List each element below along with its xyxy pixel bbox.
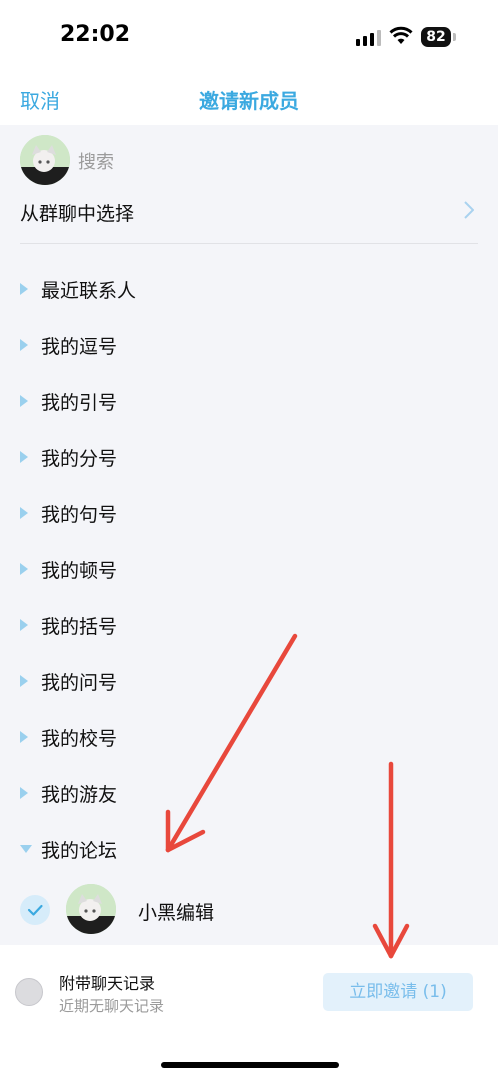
expand-triangle-icon (20, 731, 28, 743)
chevron-right-icon (464, 201, 474, 219)
group-pause[interactable]: 我的顿号 (20, 555, 478, 587)
expand-triangle-icon (20, 563, 28, 575)
group-forum[interactable]: 我的论坛 (20, 835, 478, 867)
nav-bar: 取消 邀请新成员 (0, 75, 498, 125)
expand-triangle-icon (20, 395, 28, 407)
avatar (66, 884, 116, 934)
group-question[interactable]: 我的问号 (20, 667, 478, 699)
avatar (20, 135, 70, 185)
expand-triangle-icon (20, 451, 28, 463)
group-recent-contacts[interactable]: 最近联系人 (20, 275, 478, 307)
group-semicolon[interactable]: 我的分号 (20, 443, 478, 475)
group-comma[interactable]: 我的逗号 (20, 331, 478, 363)
attach-history-label: 附带聊天记录 (59, 974, 156, 993)
group-label: 我的括号 (41, 616, 118, 638)
page-title: 邀请新成员 (199, 89, 299, 113)
search-input[interactable]: 搜索 (78, 148, 114, 174)
member-row[interactable]: 小黑编辑 (20, 880, 478, 942)
group-school[interactable]: 我的校号 (20, 723, 478, 755)
contact-list: 搜索 从群聊中选择 最近联系人 我的逗号 我的引号 我的分号 我的句号 我的顿号… (0, 125, 498, 945)
cellular-signal-icon (356, 30, 381, 46)
expand-triangle-icon (20, 619, 28, 631)
group-label: 我的顿号 (41, 560, 118, 582)
invite-now-button[interactable]: 立即邀请 (1) (323, 973, 473, 1011)
divider (20, 243, 478, 244)
group-label: 我的校号 (41, 728, 118, 750)
battery-nub (453, 33, 456, 41)
status-time: 22:02 (60, 22, 131, 47)
group-label: 我的游友 (41, 784, 118, 806)
history-status-text: 近期无聊天记录 (59, 997, 165, 1015)
group-label: 我的分号 (41, 448, 118, 470)
checkmark-icon (27, 904, 43, 916)
battery-icon: 82 (421, 27, 451, 47)
member-name: 小黑编辑 (138, 902, 215, 924)
avatar-image-icon (20, 135, 70, 185)
expand-triangle-icon (20, 507, 28, 519)
group-label: 我的逗号 (41, 336, 118, 358)
group-game-friends[interactable]: 我的游友 (20, 779, 478, 811)
select-from-group-chat[interactable]: 从群聊中选择 (20, 197, 478, 227)
expand-triangle-icon (20, 283, 28, 295)
expand-triangle-icon (20, 787, 28, 799)
group-label: 我的论坛 (41, 840, 118, 862)
group-label: 我的引号 (41, 392, 118, 414)
group-period[interactable]: 我的句号 (20, 499, 478, 531)
expand-triangle-icon (20, 675, 28, 687)
group-label: 我的问号 (41, 672, 118, 694)
bottom-bar: 附带聊天记录 近期无聊天记录 立即邀请 (1) (0, 945, 498, 1080)
avatar-image-icon (66, 884, 116, 934)
status-bar: 22:02 82 (0, 0, 498, 75)
expand-triangle-icon (20, 339, 28, 351)
home-indicator (161, 1062, 339, 1068)
group-bracket[interactable]: 我的括号 (20, 611, 478, 643)
wifi-icon (389, 26, 413, 44)
selected-checkbox[interactable] (20, 895, 50, 925)
group-quote[interactable]: 我的引号 (20, 387, 478, 419)
group-select-label: 从群聊中选择 (20, 203, 135, 225)
group-label: 我的句号 (41, 504, 118, 526)
group-label: 最近联系人 (41, 280, 137, 302)
attach-history-radio[interactable] (15, 978, 43, 1006)
collapse-triangle-icon (20, 845, 32, 853)
search-bar[interactable]: 搜索 (20, 135, 480, 187)
